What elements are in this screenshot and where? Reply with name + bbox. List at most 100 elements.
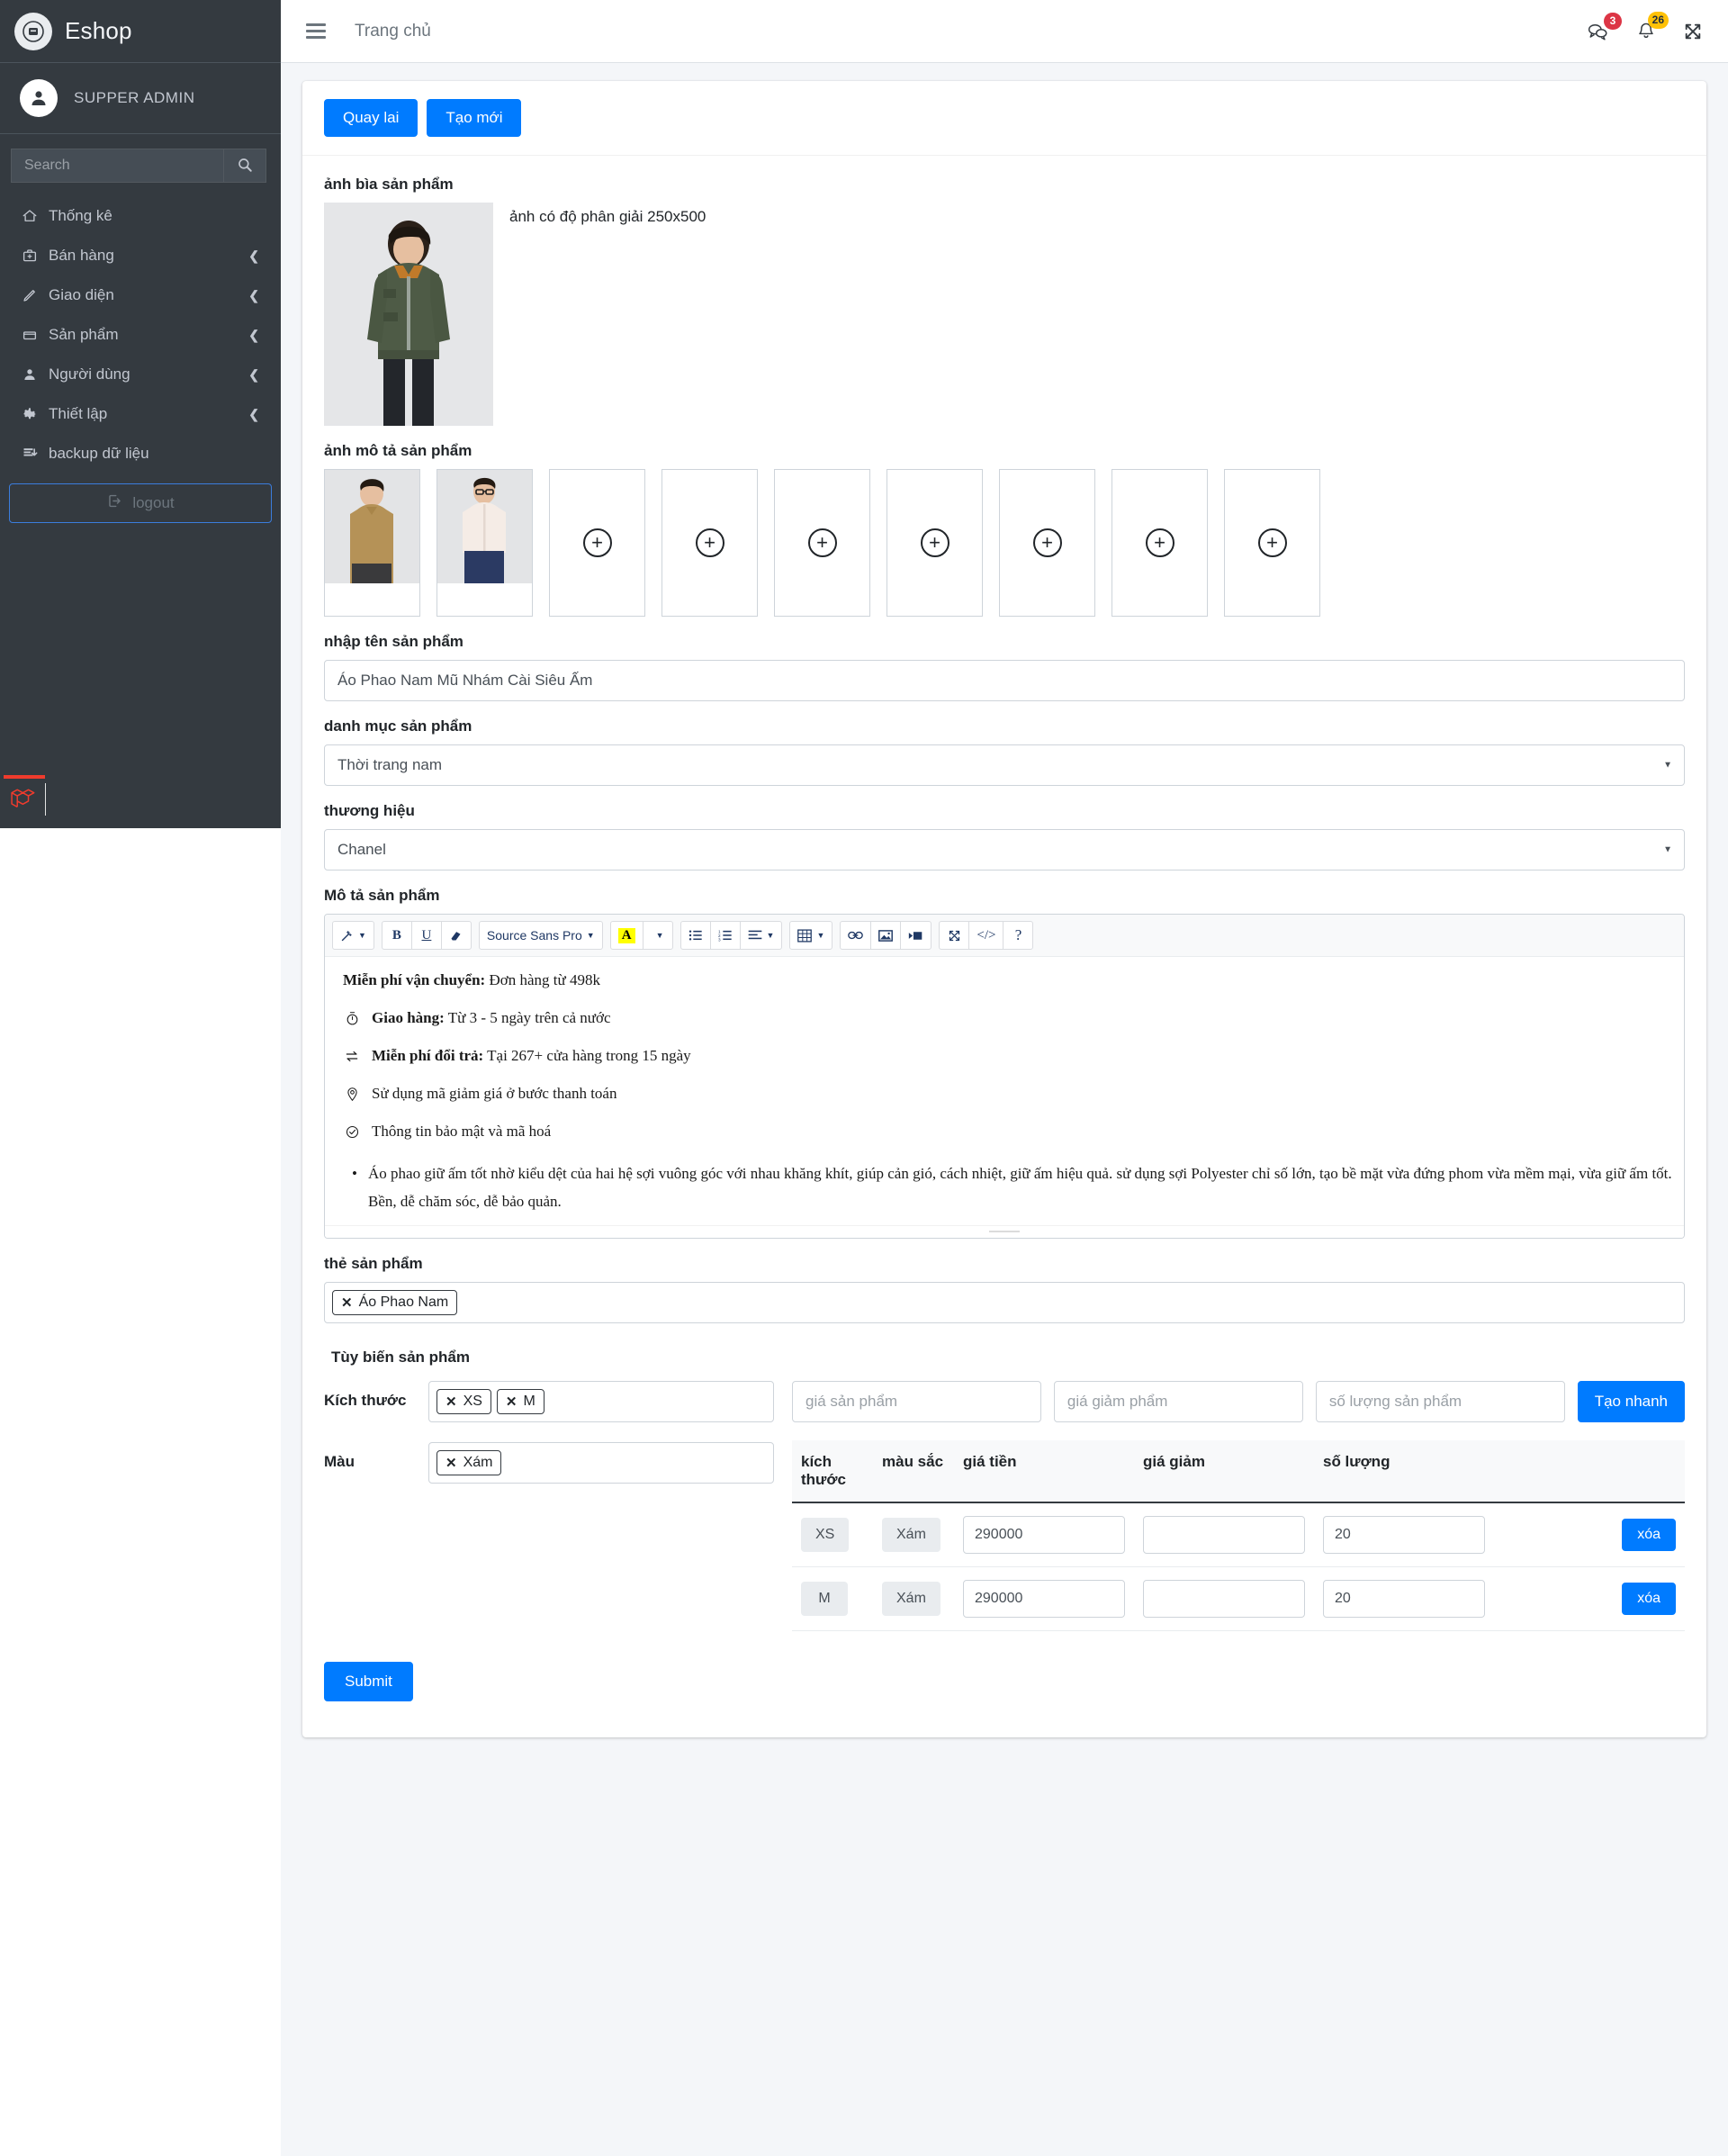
caret-down-icon: ▼ bbox=[358, 931, 366, 941]
close-icon[interactable]: ✕ bbox=[341, 1295, 353, 1311]
cover-image[interactable] bbox=[324, 203, 493, 427]
quick-price-input[interactable] bbox=[792, 1380, 1041, 1422]
align-left-icon[interactable]: ▼ bbox=[739, 921, 783, 951]
fore-color-dropdown[interactable]: ▼ bbox=[642, 921, 673, 951]
close-icon[interactable]: ✕ bbox=[506, 1394, 518, 1410]
quick-qty-input[interactable] bbox=[1315, 1380, 1565, 1422]
editor-resize-handle[interactable] bbox=[325, 1224, 1684, 1238]
chat-icon[interactable]: 3 bbox=[1588, 12, 1622, 41]
gallery-slot-9[interactable]: + bbox=[1224, 469, 1320, 618]
gallery-slot-2[interactable] bbox=[436, 469, 533, 618]
row-discount-input[interactable] bbox=[1143, 1579, 1305, 1618]
brand-select[interactable] bbox=[324, 829, 1685, 871]
size-chip-label: M bbox=[523, 1393, 536, 1409]
editor-content[interactable]: Miễn phí vận chuyển: Đơn hàng từ 498k Gi… bbox=[325, 957, 1684, 1224]
help-icon[interactable]: ? bbox=[1003, 921, 1034, 951]
unordered-list-icon[interactable] bbox=[680, 921, 711, 951]
gallery-label: ảnh mô tả sản phẩm bbox=[324, 442, 472, 460]
sidebar-item-backup[interactable]: backup dữ liệu bbox=[9, 435, 272, 473]
brand[interactable]: Eshop bbox=[0, 0, 281, 63]
bell-icon[interactable]: 26 bbox=[1636, 12, 1669, 41]
color-chip[interactable]: ✕ Xám bbox=[436, 1449, 502, 1475]
brand-select-wrap: ▼ bbox=[324, 829, 1685, 871]
row-delete-button[interactable]: xóa bbox=[1622, 1582, 1676, 1615]
chevron-left-icon: ❮ bbox=[248, 327, 259, 342]
sidebar-item-ban-hang[interactable]: Bán hàng ❮ bbox=[9, 237, 272, 275]
magic-wand-icon[interactable]: ▼ bbox=[332, 921, 374, 951]
search-input[interactable] bbox=[11, 149, 223, 183]
back-button[interactable]: Quay lai bbox=[324, 99, 418, 138]
font-name-dropdown[interactable]: Source Sans Pro ▼ bbox=[478, 921, 603, 951]
sidebar-item-thiet-lap[interactable]: Thiết lập ❮ bbox=[9, 395, 272, 433]
fullscreen-icon[interactable] bbox=[939, 921, 970, 951]
underline-button[interactable]: U bbox=[410, 921, 442, 951]
tags-input[interactable]: ✕ Áo Phao Nam bbox=[324, 1281, 1685, 1323]
link-icon[interactable] bbox=[840, 921, 872, 951]
logout-button[interactable]: logout bbox=[9, 483, 272, 523]
gallery-slot-4[interactable]: + bbox=[662, 469, 758, 618]
color-input[interactable]: ✕ Xám bbox=[428, 1441, 774, 1484]
sidebar-item-giao-dien[interactable]: Giao diện ❮ bbox=[9, 276, 272, 314]
editor-line-1: Miễn phí vận chuyển: Đơn hàng từ 498k bbox=[343, 971, 1675, 989]
table-icon[interactable]: ▼ bbox=[789, 921, 833, 951]
bold-button[interactable]: B bbox=[381, 921, 412, 951]
tags-label: thẻ sản phẩm bbox=[324, 1254, 423, 1272]
eraser-icon[interactable] bbox=[440, 921, 472, 951]
gallery-slot-5[interactable]: + bbox=[774, 469, 870, 618]
brand-title: Eshop bbox=[65, 17, 132, 44]
size-chip[interactable]: ✕ XS bbox=[436, 1388, 491, 1414]
ordered-list-icon[interactable]: 1 2 3 bbox=[709, 921, 741, 951]
code-view-icon[interactable]: </> bbox=[968, 921, 1004, 951]
chevron-left-icon: ❮ bbox=[248, 406, 259, 421]
size-input[interactable]: ✕ XS ✕ M bbox=[428, 1380, 774, 1422]
row-delete-button[interactable]: xóa bbox=[1622, 1518, 1676, 1551]
gallery-slot-7[interactable]: + bbox=[999, 469, 1095, 618]
row-qty-input[interactable] bbox=[1323, 1515, 1485, 1554]
quick-create-button[interactable]: Tạo nhanh bbox=[1577, 1380, 1686, 1422]
gallery-slot-1[interactable] bbox=[324, 469, 420, 618]
variants-left: Kích thước ✕ XS ✕ M Màu ✕ Xám bbox=[324, 1380, 774, 1631]
fullscreen-icon[interactable] bbox=[1683, 22, 1703, 41]
quick-discount-input[interactable] bbox=[1053, 1380, 1303, 1422]
gallery-slot-3[interactable]: + bbox=[549, 469, 645, 618]
row-qty-input[interactable] bbox=[1323, 1579, 1485, 1618]
fore-color-button[interactable]: A bbox=[609, 921, 644, 951]
submit-button[interactable]: Submit bbox=[324, 1661, 413, 1701]
row-color: Xám bbox=[882, 1517, 940, 1552]
create-new-button[interactable]: Tạo mới bbox=[427, 99, 522, 138]
editor-line-bold: Miễn phí đổi trả: bbox=[372, 1047, 484, 1065]
category-select[interactable] bbox=[324, 744, 1685, 787]
stopwatch-icon bbox=[343, 1009, 361, 1027]
user-name: SUPPER ADMIN bbox=[74, 89, 195, 106]
row-price-input[interactable] bbox=[963, 1579, 1125, 1618]
user-avatar-icon bbox=[20, 79, 58, 117]
sidebar-item-san-pham[interactable]: Sản phẩm ❮ bbox=[9, 316, 272, 354]
video-icon[interactable] bbox=[900, 921, 932, 951]
sidebar-item-nguoi-dung[interactable]: Người dùng ❮ bbox=[9, 356, 272, 393]
plus-circle-icon: + bbox=[807, 528, 837, 558]
gallery-slot-8[interactable]: + bbox=[1112, 469, 1208, 618]
topbar: Trang chủ 3 26 bbox=[281, 0, 1728, 63]
tag-chip[interactable]: ✕ Áo Phao Nam bbox=[332, 1289, 458, 1315]
gallery-slot-6[interactable]: + bbox=[886, 469, 983, 618]
submit-row: Submit bbox=[324, 1631, 1685, 1701]
hamburger-icon[interactable] bbox=[302, 20, 329, 42]
product-name-input[interactable] bbox=[324, 660, 1685, 702]
close-icon[interactable]: ✕ bbox=[446, 1394, 457, 1410]
close-icon[interactable]: ✕ bbox=[446, 1455, 457, 1471]
editor-line-text: Từ 3 - 5 ngày trên cả nước bbox=[447, 1009, 611, 1027]
row-price-input[interactable] bbox=[963, 1515, 1125, 1554]
size-chip[interactable]: ✕ M bbox=[496, 1388, 544, 1414]
sidebar-item-thong-ke[interactable]: Thống kê bbox=[9, 197, 272, 235]
plus-circle-icon: + bbox=[920, 528, 950, 558]
search-button[interactable] bbox=[223, 149, 266, 183]
user-panel[interactable]: SUPPER ADMIN bbox=[0, 63, 281, 134]
row-size: XS bbox=[801, 1517, 850, 1552]
editor-toolbar: ▼ B U Source Sans Pro ▼ A ▼ 1 2 3 ▼ ▼ </… bbox=[325, 915, 1684, 958]
row-discount-input[interactable] bbox=[1143, 1515, 1305, 1554]
breadcrumb[interactable]: Trang chủ bbox=[355, 22, 431, 41]
sidebar-item-label: Giao diện bbox=[49, 286, 114, 303]
picture-icon[interactable] bbox=[870, 921, 902, 951]
variants-title: Tùy biến sản phẩm bbox=[331, 1348, 470, 1366]
exchange-icon bbox=[343, 1047, 361, 1065]
